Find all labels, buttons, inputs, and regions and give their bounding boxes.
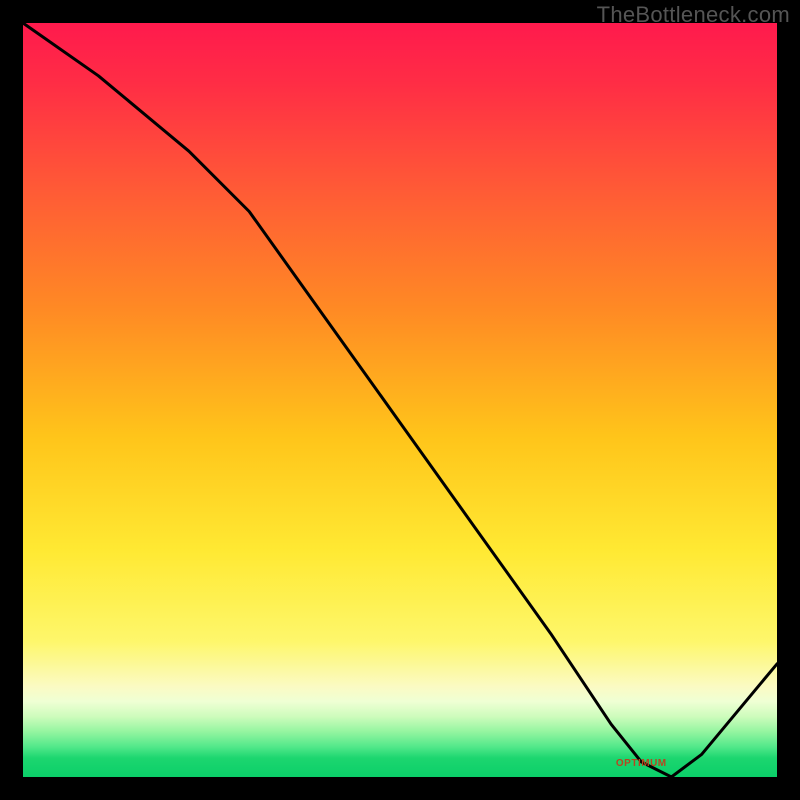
chart-area: OPTIMUM — [23, 23, 777, 777]
app-root: TheBottleneck.com OPTIMUM — [0, 0, 800, 800]
bottleneck-line — [23, 23, 777, 777]
optimum-marker: OPTIMUM — [616, 758, 667, 769]
